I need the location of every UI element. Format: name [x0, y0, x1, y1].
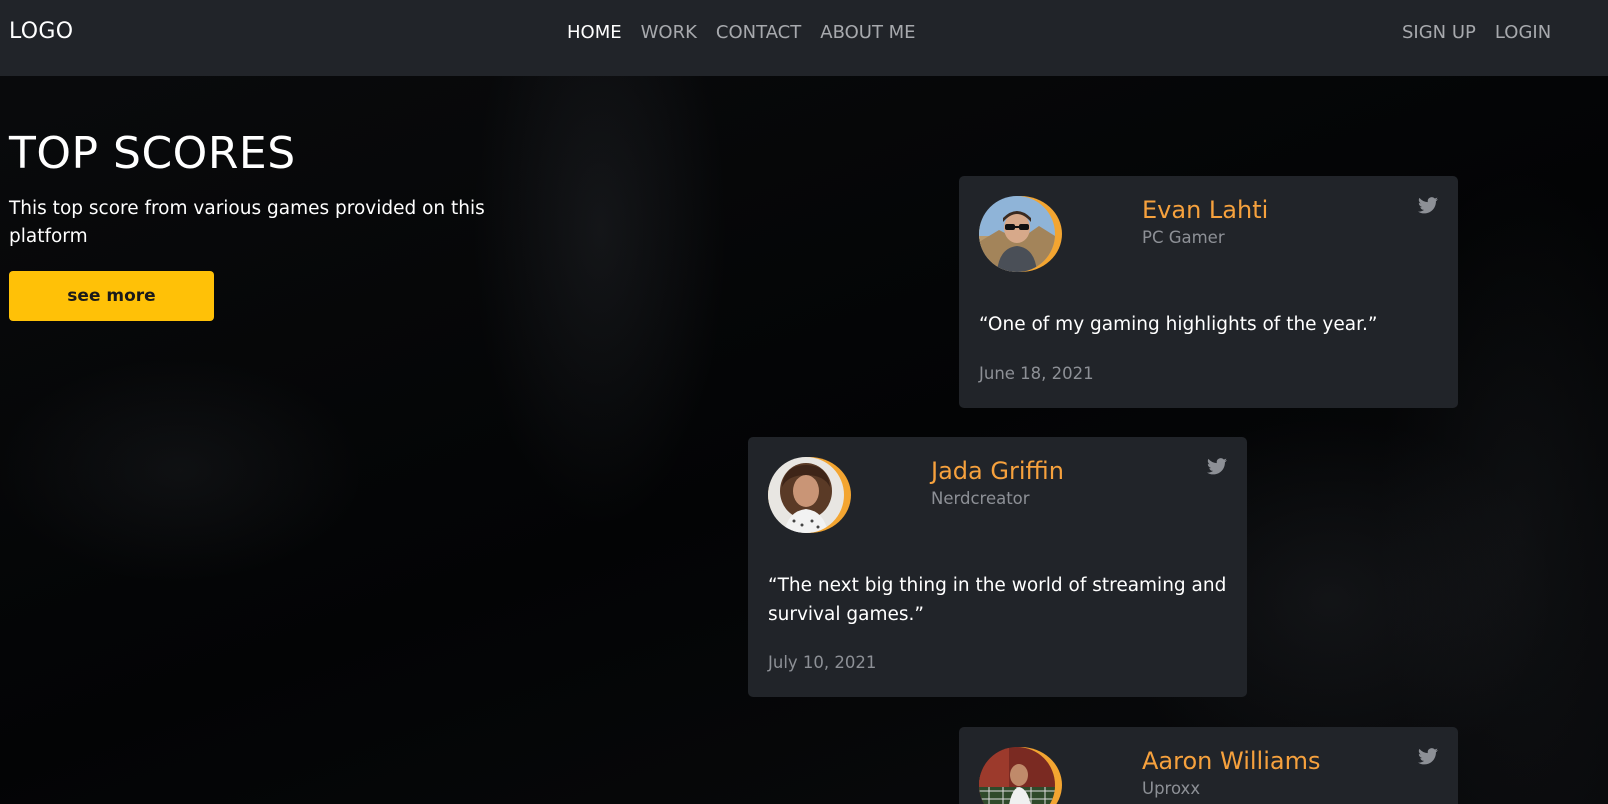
hero-subtitle: This top score from various games provid…: [9, 198, 485, 247]
nav-link-contact[interactable]: CONTACT: [716, 22, 801, 43]
player-name: Aaron Williams: [1142, 747, 1321, 775]
score-card: Evan Lahti PC Gamer “One of my gaming hi…: [959, 176, 1458, 408]
review-quote: “One of my gaming highlights of the year…: [979, 314, 1378, 335]
auth-nav: SIGN UP LOGIN: [1402, 22, 1551, 43]
main-nav: HOME WORK CONTACT ABOUT ME: [567, 22, 916, 43]
player-name: Evan Lahti: [1142, 196, 1269, 224]
score-card: Aaron Williams Uproxx: [959, 727, 1458, 804]
nav-link-work[interactable]: WORK: [641, 22, 697, 43]
twitter-icon[interactable]: [1418, 748, 1438, 765]
player-name: Jada Griffin: [931, 457, 1064, 485]
avatar: [979, 747, 1055, 804]
player-role: PC Gamer: [1142, 228, 1225, 247]
score-card: Jada Griffin Nerdcreator “The next big t…: [748, 437, 1247, 697]
twitter-icon[interactable]: [1418, 197, 1438, 214]
see-more-button[interactable]: see more: [9, 271, 214, 321]
player-role: Nerdcreator: [931, 489, 1030, 508]
review-date: June 18, 2021: [979, 364, 1094, 383]
twitter-icon[interactable]: [1207, 458, 1227, 475]
avatar-ring: [979, 196, 1062, 272]
logo[interactable]: LOGO: [9, 19, 73, 44]
sign-up-link[interactable]: SIGN UP: [1402, 22, 1476, 43]
avatar: [768, 457, 844, 533]
avatar: [979, 196, 1055, 272]
login-link[interactable]: LOGIN: [1495, 22, 1551, 43]
review-date: July 10, 2021: [768, 653, 877, 672]
nav-link-about-me[interactable]: ABOUT ME: [820, 22, 915, 43]
navbar: LOGO HOME WORK CONTACT ABOUT ME SIGN UP …: [0, 0, 1608, 76]
nav-link-home[interactable]: HOME: [567, 22, 622, 43]
review-quote: “The next big thing in the world of stre…: [768, 575, 1227, 625]
hero-title: TOP SCORES: [9, 128, 296, 179]
player-role: Uproxx: [1142, 779, 1201, 798]
avatar-ring: [979, 747, 1062, 804]
avatar-ring: [768, 457, 851, 533]
